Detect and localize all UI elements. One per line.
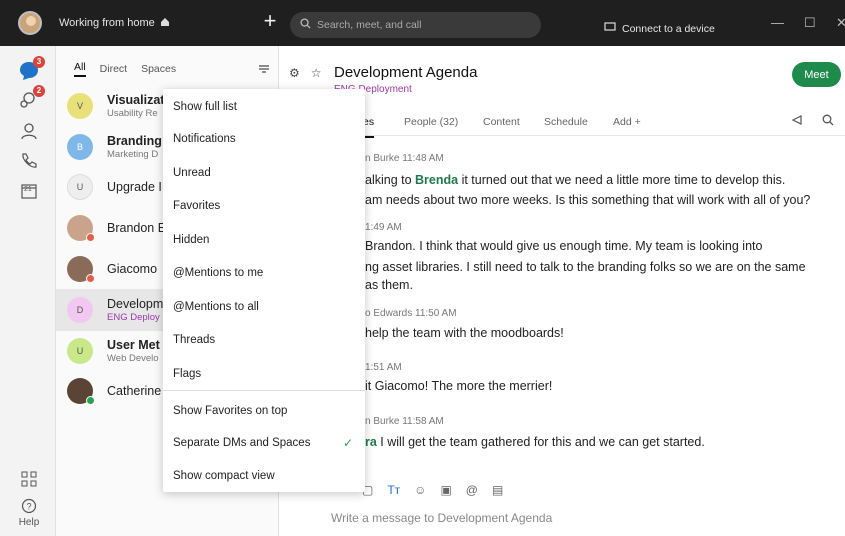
close-icon[interactable]: ✕ bbox=[836, 15, 845, 31]
message-text: am needs about two more weeks. Is this s… bbox=[365, 193, 811, 207]
search-icon bbox=[300, 18, 311, 32]
search-input[interactable]: Search, meet, and call bbox=[290, 12, 541, 38]
message-input[interactable]: Write a message to Development Agenda bbox=[331, 511, 552, 525]
navigation-rail: 3 2 21 ? Help bbox=[0, 46, 56, 536]
tab-people[interactable]: People (32) bbox=[404, 116, 458, 128]
plus-icon[interactable]: + bbox=[259, 10, 281, 33]
gif-icon[interactable]: ▣ bbox=[440, 483, 451, 497]
connect-device-button[interactable]: Connect to a device bbox=[604, 22, 715, 35]
help-icon: ? bbox=[21, 498, 37, 514]
message-meta: n Burke 11:48 AM bbox=[365, 153, 444, 164]
message-meta: n Burke 11:58 AM bbox=[365, 416, 444, 427]
menu-divider bbox=[163, 390, 365, 391]
tab-all[interactable]: All bbox=[74, 61, 86, 77]
space-header-icons: ⚙ ☆ bbox=[289, 66, 322, 80]
message-text: ng asset libraries. I still need to talk… bbox=[365, 260, 806, 274]
avatar: U bbox=[67, 338, 93, 364]
filter-icon[interactable] bbox=[258, 63, 270, 77]
tab-direct[interactable]: Direct bbox=[100, 63, 127, 75]
calendar-day: 21 bbox=[24, 186, 32, 193]
contacts-icon[interactable] bbox=[18, 120, 40, 142]
search-placeholder: Search, meet, and call bbox=[317, 19, 422, 31]
title-bar: Working from home + Search, meet, and ca… bbox=[0, 0, 845, 46]
message-text: ra I will get the team gathered for this… bbox=[365, 435, 705, 449]
presence-indicator bbox=[86, 233, 95, 242]
mention-icon[interactable]: @ bbox=[466, 483, 478, 497]
message-text: Brandon. I think that would give us enou… bbox=[365, 239, 763, 253]
composer-toolbar: ▢ Tт ☺ ▣ @ ▤ bbox=[362, 483, 503, 497]
menu-item-show-full-list[interactable]: Show full list bbox=[163, 92, 365, 122]
menu-item-mentions-to-all[interactable]: @Mentions to all bbox=[163, 292, 365, 322]
checkmark-icon: ✓ bbox=[342, 436, 353, 450]
menu-item-notifications[interactable]: Notifications bbox=[163, 124, 365, 154]
avatar bbox=[67, 215, 95, 242]
menu-item-hidden[interactable]: Hidden bbox=[163, 225, 365, 255]
tab-content[interactable]: Content bbox=[483, 116, 520, 128]
menu-item-threads[interactable]: Threads bbox=[163, 325, 365, 355]
status-label: Working from home bbox=[59, 17, 155, 29]
share-icon[interactable] bbox=[791, 114, 803, 129]
menu-item-unread[interactable]: Unread bbox=[163, 158, 365, 188]
option-label: Separate DMs and Spaces bbox=[173, 437, 311, 449]
connect-device-label: Connect to a device bbox=[622, 22, 715, 35]
calendar-icon[interactable]: 21 bbox=[18, 180, 40, 202]
presence-indicator bbox=[86, 274, 95, 283]
teams-badge: 2 bbox=[33, 85, 45, 97]
menu-option-favorites-on-top[interactable]: Show Favorites on top bbox=[163, 396, 365, 426]
menu-item-favorites[interactable]: Favorites bbox=[163, 191, 365, 221]
message-meta: 1:51 AM bbox=[365, 362, 402, 373]
message-meta: 1:49 AM bbox=[365, 222, 402, 233]
help-label: Help bbox=[18, 517, 40, 528]
status-text[interactable]: Working from home bbox=[59, 17, 170, 30]
messaging-badge: 3 bbox=[33, 56, 45, 68]
message-meta: o Edwards 11:50 AM bbox=[365, 308, 457, 319]
star-icon[interactable]: ☆ bbox=[311, 66, 322, 80]
message-text: alking to Brenda it turned out that we n… bbox=[365, 173, 786, 187]
tab-schedule[interactable]: Schedule bbox=[544, 116, 588, 128]
message-text: help the team with the moodboards! bbox=[365, 326, 564, 340]
calls-icon[interactable] bbox=[18, 150, 40, 172]
svg-text:?: ? bbox=[26, 502, 31, 512]
avatar: B bbox=[67, 134, 93, 160]
plus-icon: + bbox=[634, 116, 641, 128]
avatar: D bbox=[67, 297, 93, 323]
home-icon bbox=[160, 17, 170, 30]
tab-add[interactable]: Add + bbox=[613, 116, 641, 128]
settings-icon[interactable]: ⚙ bbox=[289, 66, 300, 80]
message-text: as them. bbox=[365, 278, 413, 292]
apps-icon[interactable] bbox=[18, 468, 40, 490]
messaging-icon[interactable]: 3 bbox=[18, 56, 45, 82]
menu-item-mentions-to-me[interactable]: @Mentions to me bbox=[163, 258, 365, 288]
filter-dropdown-menu: Show full list Notifications Unread Favo… bbox=[163, 89, 365, 492]
avatar: V bbox=[67, 93, 93, 119]
message-text: it Giacomo! The more the merrier! bbox=[365, 379, 553, 393]
profile-avatar[interactable] bbox=[18, 11, 42, 35]
avatar bbox=[67, 378, 95, 405]
menu-option-separate-dms-spaces[interactable]: Separate DMs and Spaces ✓ bbox=[163, 428, 365, 458]
help-button[interactable]: ? Help bbox=[12, 498, 46, 528]
screen-icon bbox=[604, 22, 616, 35]
search-icon[interactable] bbox=[822, 114, 834, 129]
tab-add-label: Add bbox=[613, 116, 632, 128]
format-text-icon[interactable]: Tт bbox=[387, 483, 400, 497]
emoji-icon[interactable]: ☺ bbox=[414, 483, 426, 497]
menu-item-flags[interactable]: Flags bbox=[163, 359, 365, 389]
mention[interactable]: ra bbox=[365, 435, 377, 449]
mention[interactable]: Brenda bbox=[415, 173, 458, 187]
minimize-icon[interactable]: — bbox=[771, 15, 784, 30]
avatar bbox=[67, 256, 95, 283]
space-title: Development Agenda bbox=[334, 64, 478, 81]
presence-indicator bbox=[86, 396, 95, 405]
maximize-icon[interactable]: ☐ bbox=[804, 15, 816, 31]
teams-icon[interactable]: 2 bbox=[18, 85, 45, 111]
whiteboard-icon[interactable]: ▤ bbox=[492, 483, 503, 497]
tab-spaces[interactable]: Spaces bbox=[141, 63, 176, 75]
avatar: U bbox=[67, 174, 93, 200]
menu-option-compact-view[interactable]: Show compact view bbox=[163, 461, 365, 491]
meet-button[interactable]: Meet bbox=[792, 62, 841, 87]
